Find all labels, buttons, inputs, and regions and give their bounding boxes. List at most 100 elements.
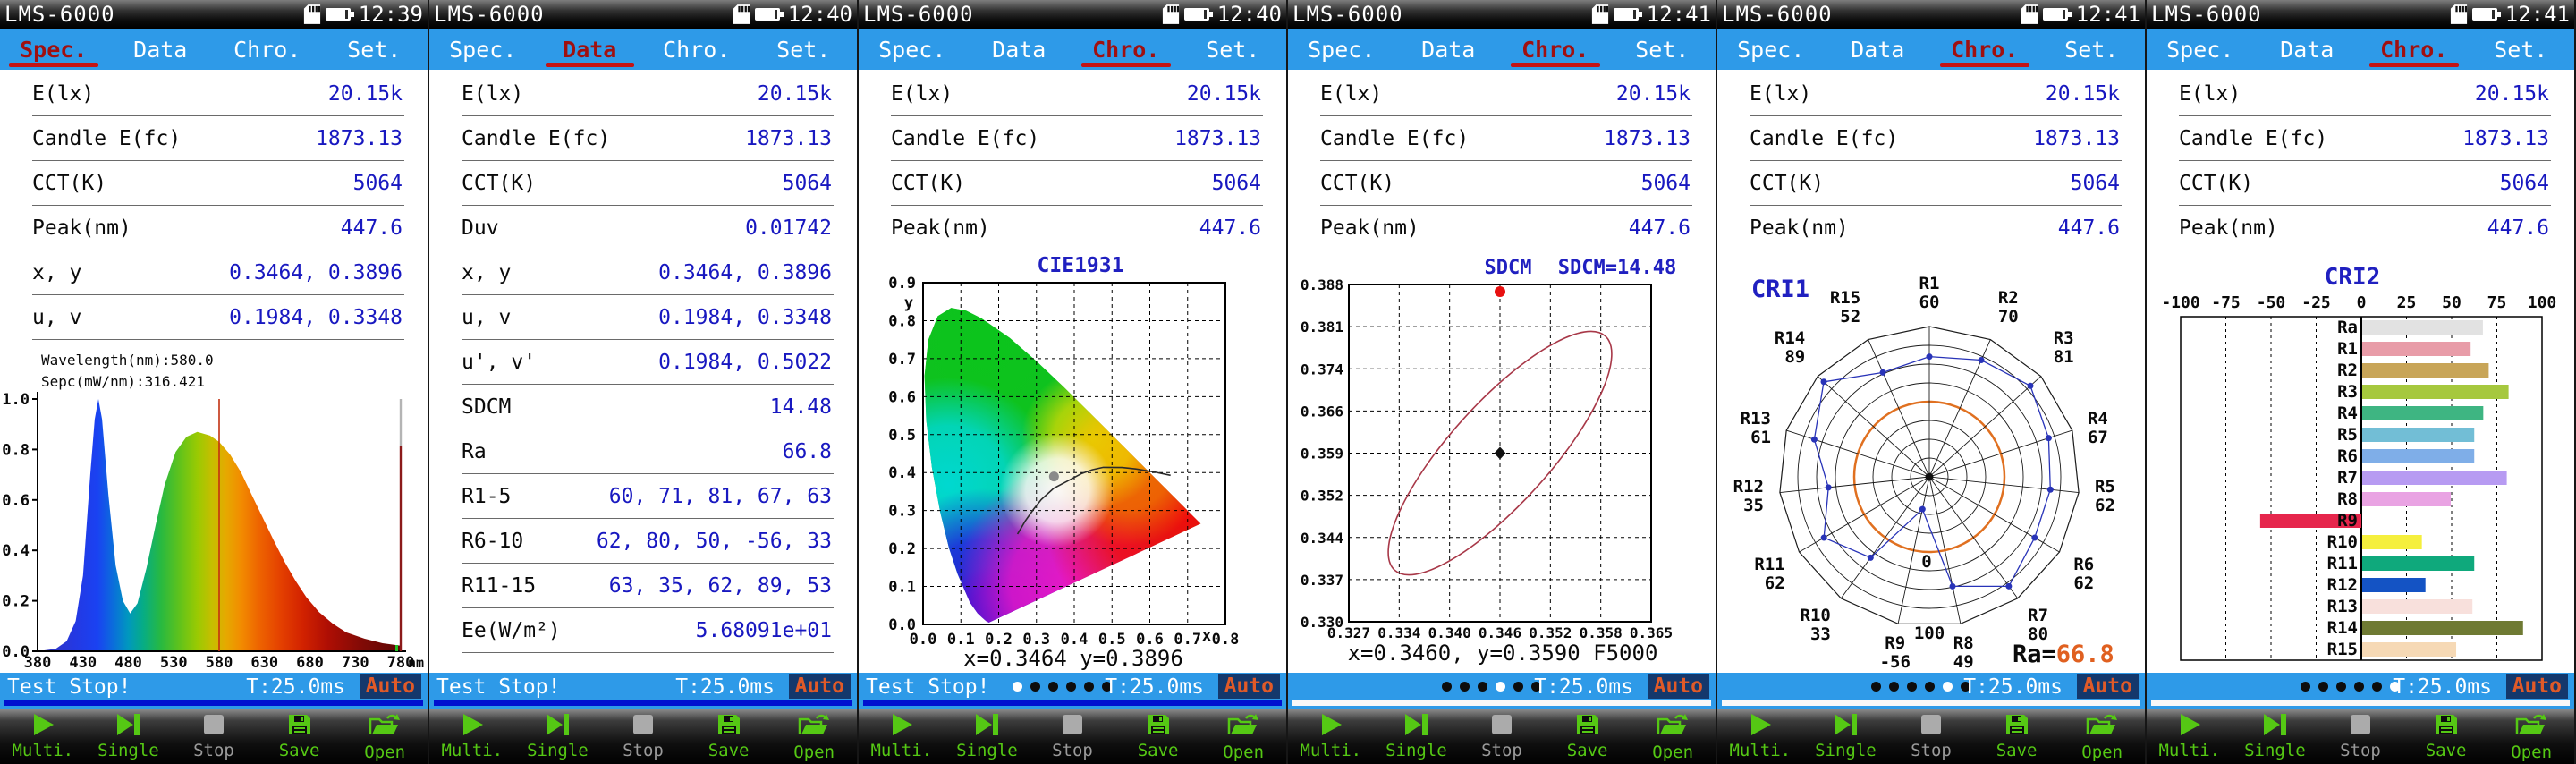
svg-text:0.352: 0.352 bbox=[1301, 488, 1343, 505]
btn-save[interactable]: Save bbox=[257, 709, 343, 764]
btn-save[interactable]: Save bbox=[686, 709, 772, 764]
tab-chro[interactable]: Chro. bbox=[1072, 29, 1180, 70]
tab-chro[interactable]: Chro. bbox=[1502, 29, 1609, 70]
btn-stop[interactable]: Stop bbox=[600, 709, 686, 764]
btn-single[interactable]: Single bbox=[86, 709, 172, 764]
btn-open[interactable]: Open bbox=[342, 709, 428, 764]
btn-single[interactable]: Single bbox=[1374, 709, 1460, 764]
page-dot bbox=[2318, 682, 2328, 692]
row-label: E(lx) bbox=[32, 82, 95, 106]
svg-text:62: 62 bbox=[1765, 573, 1785, 593]
row-value: 447.6 bbox=[340, 216, 402, 240]
tab-chro[interactable]: Chro. bbox=[1931, 29, 2038, 70]
tab-set[interactable]: Set. bbox=[1609, 29, 1716, 70]
data-row: CCT(K) 5064 bbox=[1288, 161, 1716, 206]
btn-save[interactable]: Save bbox=[2403, 709, 2489, 764]
data-row: R1-5 60, 71, 81, 67, 63 bbox=[429, 474, 857, 519]
tab-data[interactable]: Data bbox=[2254, 29, 2361, 70]
btn-open[interactable]: Open bbox=[1630, 709, 1716, 764]
app-title: LMS-6000 bbox=[1722, 2, 1833, 27]
svg-text:x=0.3464 y=0.3896: x=0.3464 y=0.3896 bbox=[963, 646, 1183, 671]
button-label: Open bbox=[2511, 743, 2553, 762]
integration-time: T:25.0ms bbox=[1105, 675, 1204, 699]
btn-multi[interactable]: Multi. bbox=[1717, 709, 1803, 764]
tab-label: Spec. bbox=[878, 36, 946, 63]
row-label: R11-15 bbox=[462, 574, 537, 598]
btn-stop[interactable]: Stop bbox=[1030, 709, 1115, 764]
tab-spec[interactable]: Spec. bbox=[859, 29, 966, 70]
tab-spec[interactable]: Spec. bbox=[1717, 29, 1825, 70]
battery-icon bbox=[325, 4, 355, 24]
save-icon bbox=[1575, 713, 1600, 740]
data-row: Peak(nm) 447.6 bbox=[1288, 206, 1716, 250]
tab-spec[interactable]: Spec. bbox=[429, 29, 537, 70]
tab-label: Spec. bbox=[2166, 36, 2234, 63]
button-bar: Multi. Single Stop Save Open bbox=[859, 709, 1286, 764]
btn-single[interactable]: Single bbox=[515, 709, 601, 764]
auto-mode-badge[interactable]: Auto bbox=[1217, 674, 1280, 699]
auto-mode-badge[interactable]: Auto bbox=[359, 674, 421, 699]
btn-open[interactable]: Open bbox=[2488, 709, 2574, 764]
tab-chro[interactable]: Chro. bbox=[643, 29, 750, 70]
button-label: Save bbox=[708, 741, 750, 760]
row-value: 0.01742 bbox=[745, 216, 832, 240]
svg-text:R15: R15 bbox=[1830, 288, 1860, 308]
tab-set[interactable]: Set. bbox=[2468, 29, 2575, 70]
tab-data[interactable]: Data bbox=[537, 29, 644, 70]
tab-data[interactable]: Data bbox=[1825, 29, 1932, 70]
auto-mode-badge[interactable]: Auto bbox=[2505, 674, 2568, 699]
btn-multi[interactable]: Multi. bbox=[0, 709, 86, 764]
btn-multi[interactable]: Multi. bbox=[1288, 709, 1374, 764]
btn-multi[interactable]: Multi. bbox=[429, 709, 515, 764]
tab-label: Chro. bbox=[1951, 36, 2019, 63]
tab-data[interactable]: Data bbox=[1395, 29, 1503, 70]
tab-label: Spec. bbox=[1737, 36, 1805, 63]
skip-icon bbox=[114, 713, 141, 740]
btn-stop[interactable]: Stop bbox=[1459, 709, 1545, 764]
tab-spec[interactable]: Spec. bbox=[1288, 29, 1395, 70]
status-message: Test Stop! bbox=[436, 675, 561, 699]
battery-icon bbox=[1613, 4, 1643, 24]
svg-text:R14: R14 bbox=[2327, 618, 2358, 638]
svg-text:R11: R11 bbox=[2327, 554, 2358, 573]
tab-set[interactable]: Set. bbox=[750, 29, 858, 70]
data-row: SDCM 14.48 bbox=[429, 385, 857, 429]
tab-data[interactable]: Data bbox=[107, 29, 215, 70]
auto-mode-badge[interactable]: Auto bbox=[788, 674, 851, 699]
button-bar: Multi. Single Stop Save Open bbox=[0, 709, 428, 764]
btn-open[interactable]: Open bbox=[2059, 709, 2145, 764]
btn-open[interactable]: Open bbox=[771, 709, 857, 764]
progress-bar bbox=[434, 700, 852, 706]
tab-spec[interactable]: Spec. bbox=[2147, 29, 2254, 70]
tab-set[interactable]: Set. bbox=[1180, 29, 1287, 70]
svg-text:70: 70 bbox=[1998, 307, 2019, 327]
btn-stop[interactable]: Stop bbox=[2318, 709, 2403, 764]
tab-data[interactable]: Data bbox=[966, 29, 1073, 70]
btn-single[interactable]: Single bbox=[2233, 709, 2318, 764]
btn-single[interactable]: Single bbox=[1803, 709, 1889, 764]
btn-save[interactable]: Save bbox=[1545, 709, 1631, 764]
measurement-rows: E(lx) 20.15k Candle E(fc) 1873.13 CCT(K) 5064… bbox=[1717, 70, 2145, 250]
btn-multi[interactable]: Multi. bbox=[859, 709, 945, 764]
auto-mode-badge[interactable]: Auto bbox=[2076, 674, 2139, 699]
svg-text:0.6: 0.6 bbox=[2, 492, 30, 510]
row-label: E(lx) bbox=[1750, 82, 1812, 106]
tab-set[interactable]: Set. bbox=[2038, 29, 2146, 70]
btn-stop[interactable]: Stop bbox=[171, 709, 257, 764]
tab-spec[interactable]: Spec. bbox=[0, 29, 107, 70]
btn-open[interactable]: Open bbox=[1200, 709, 1286, 764]
play-icon bbox=[1318, 713, 1344, 740]
btn-stop[interactable]: Stop bbox=[1888, 709, 1974, 764]
tab-chro[interactable]: Chro. bbox=[214, 29, 321, 70]
status-bar: T:25.0ms Auto bbox=[1717, 673, 2145, 709]
data-row: Candle E(fc) 1873.13 bbox=[859, 116, 1286, 161]
page-dot bbox=[1066, 682, 1076, 692]
btn-single[interactable]: Single bbox=[945, 709, 1030, 764]
btn-save[interactable]: Save bbox=[1974, 709, 2060, 764]
tab-set[interactable]: Set. bbox=[321, 29, 428, 70]
tab-chro[interactable]: Chro. bbox=[2360, 29, 2468, 70]
btn-save[interactable]: Save bbox=[1115, 709, 1201, 764]
auto-mode-badge[interactable]: Auto bbox=[1647, 674, 1709, 699]
btn-multi[interactable]: Multi. bbox=[2147, 709, 2233, 764]
content-area: E(lx) 20.15k Candle E(fc) 1873.13 CCT(K) 5064… bbox=[0, 70, 428, 673]
